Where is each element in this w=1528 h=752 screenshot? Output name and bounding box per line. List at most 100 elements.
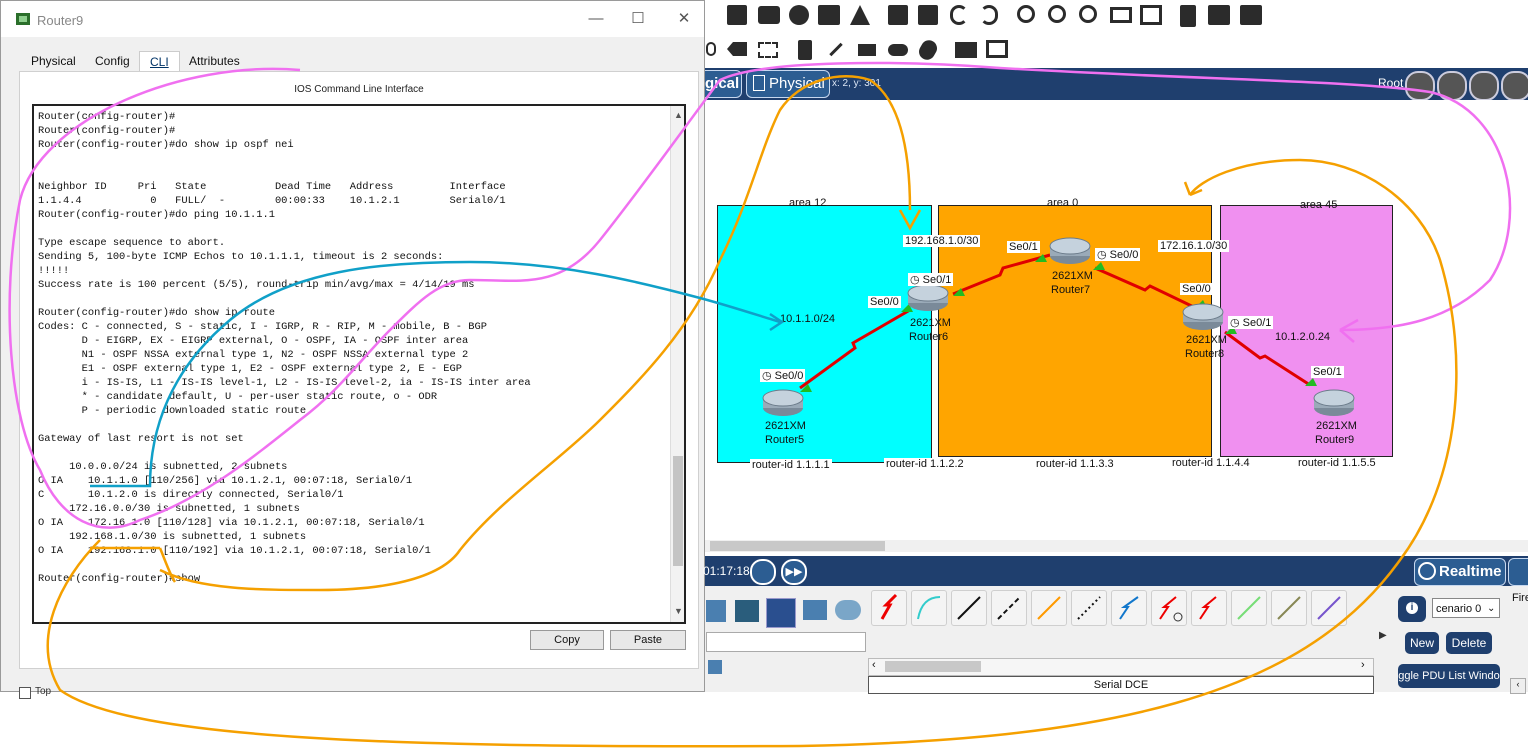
port-r7-se00[interactable] xyxy=(1093,262,1105,270)
viewport-icon[interactable] xyxy=(1501,71,1528,101)
tab-attributes[interactable]: Attributes xyxy=(179,51,250,71)
octal-cable-icon[interactable] xyxy=(1231,590,1267,626)
copy-icon[interactable] xyxy=(888,5,908,25)
end-devices-category-icon[interactable] xyxy=(735,600,759,622)
maximize-button[interactable]: ☐ xyxy=(623,9,653,29)
network-label-172-16-1-0: 172.16.1.0/30 xyxy=(1158,240,1230,252)
paste-button[interactable]: Paste xyxy=(610,630,686,650)
redo-icon[interactable] xyxy=(980,5,998,25)
scroll-up-icon[interactable]: ▲ xyxy=(674,110,683,120)
router5-model: 2621XM xyxy=(765,420,806,432)
r5-se00-text: Se0/0 xyxy=(774,370,804,382)
realtime-tab[interactable]: Realtime xyxy=(1414,558,1506,586)
grid-icon[interactable] xyxy=(708,660,722,674)
usb-cable-icon[interactable] xyxy=(1311,590,1347,626)
wan-emulation-category-icon[interactable] xyxy=(835,600,861,620)
save-icon[interactable] xyxy=(727,5,747,25)
coaxial-icon[interactable] xyxy=(1111,590,1147,626)
fast-forward-icon[interactable]: ▶▶ xyxy=(781,559,807,585)
router-icon[interactable] xyxy=(1313,388,1355,418)
zoom-in-icon[interactable] xyxy=(1017,5,1035,23)
search-icon[interactable] xyxy=(706,42,716,56)
delete-scenario-button[interactable]: Delete xyxy=(1446,632,1492,654)
power-cycle-icon[interactable] xyxy=(750,559,776,585)
new-cluster-icon[interactable] xyxy=(1437,71,1467,101)
router8-name: Router8 xyxy=(1185,348,1225,360)
r9-se01-label: Se0/1 xyxy=(1311,366,1344,378)
simulation-tab[interactable] xyxy=(1508,558,1528,586)
automatic-connection-icon[interactable] xyxy=(871,590,907,626)
notes-icon[interactable] xyxy=(1180,5,1196,27)
scroll-down-icon[interactable]: ▼ xyxy=(674,606,683,616)
router-icon[interactable] xyxy=(762,388,804,418)
cli-header: IOS Command Line Interface xyxy=(294,84,424,95)
info-icon[interactable] xyxy=(789,5,809,25)
tab-config[interactable]: Config xyxy=(85,51,140,71)
minimize-button[interactable]: — xyxy=(581,9,611,29)
custom-devices-icon[interactable] xyxy=(1140,5,1162,25)
move-object-icon[interactable] xyxy=(1469,71,1499,101)
copy-button[interactable]: Copy xyxy=(530,630,604,650)
network-wizard-icon[interactable] xyxy=(818,5,840,25)
zoom-out-icon[interactable] xyxy=(1079,5,1097,23)
scenario-select[interactable]: cenario 0 ⌄ xyxy=(1432,598,1500,618)
category-subtype-box[interactable] xyxy=(706,632,866,652)
components-category-icon[interactable] xyxy=(803,600,827,620)
tab-physical[interactable]: Physical xyxy=(21,51,86,71)
iot-custom-cable-icon[interactable] xyxy=(1271,590,1307,626)
select-region-icon[interactable] xyxy=(758,42,778,58)
scroll-right-icon[interactable]: › xyxy=(1361,659,1365,671)
console-cable-icon[interactable] xyxy=(911,590,947,626)
copper-cross-over-icon[interactable] xyxy=(991,590,1027,626)
image-icon[interactable] xyxy=(1240,5,1262,25)
undo-icon[interactable] xyxy=(950,5,968,25)
top-checkbox-label: Top xyxy=(35,686,52,697)
chevron-down-icon: ⌄ xyxy=(1487,603,1496,614)
scroll-left-icon[interactable]: ‹ xyxy=(872,659,876,671)
device-list-scrollbar[interactable]: ‹ › xyxy=(868,658,1374,676)
router-icon[interactable] xyxy=(907,283,949,313)
title-bar[interactable]: Router9 — ☐ ✕ xyxy=(1,1,704,37)
serial-dte-icon[interactable] xyxy=(1191,590,1227,626)
place-note-icon[interactable] xyxy=(798,40,812,60)
back-icon[interactable] xyxy=(1405,71,1435,101)
drawing-palette-icon[interactable] xyxy=(1110,7,1132,23)
close-button[interactable]: ✕ xyxy=(669,9,699,29)
zoom-reset-icon[interactable] xyxy=(1048,5,1066,23)
device-template-icon[interactable] xyxy=(1208,5,1230,25)
network-devices-category-icon[interactable] xyxy=(706,600,726,622)
network-label-10-1-1-0: 10.1.1.0/24 xyxy=(780,313,836,325)
router9-name: Router9 xyxy=(1315,434,1355,446)
phone-cable-icon[interactable] xyxy=(1071,590,1107,626)
terminal-scroll-thumb[interactable] xyxy=(673,456,683,566)
draw-ellipse-icon[interactable] xyxy=(888,44,908,56)
panel-expand-icon[interactable]: ▶ xyxy=(1379,630,1387,641)
realtime-clock-icon xyxy=(1418,562,1436,580)
logical-tab[interactable]: gical xyxy=(705,70,742,98)
copper-straight-through-icon[interactable] xyxy=(951,590,987,626)
toggle-pdu-list-button[interactable]: ggle PDU List Windo xyxy=(1398,664,1500,688)
add-complex-pdu-icon[interactable] xyxy=(986,40,1008,58)
add-simple-pdu-icon[interactable] xyxy=(955,42,977,58)
canvas-scroll-thumb[interactable] xyxy=(710,541,885,551)
router-icon[interactable] xyxy=(1182,302,1224,332)
terminal-console[interactable]: Router(config-router)# Router(config-rou… xyxy=(32,104,686,624)
terminal-scrollbar[interactable]: ▲ ▼ xyxy=(670,106,684,622)
link-r6-r7[interactable] xyxy=(952,253,1051,296)
terminal-output[interactable]: Router(config-router)# Router(config-rou… xyxy=(38,110,531,586)
window-title: Router9 xyxy=(37,13,84,28)
print-icon[interactable] xyxy=(758,6,780,24)
router-icon[interactable] xyxy=(1049,236,1091,266)
draw-rectangle-icon[interactable] xyxy=(858,44,876,56)
physical-tab[interactable]: Physical xyxy=(746,70,830,98)
tab-cli[interactable]: CLI xyxy=(139,51,180,72)
info-button[interactable]: i xyxy=(1398,596,1426,622)
device-list-scroll-thumb[interactable] xyxy=(885,661,981,672)
scroll-left-small-icon[interactable]: ‹ xyxy=(1510,678,1526,694)
serial-dce-icon[interactable] xyxy=(1151,590,1187,626)
connections-category-icon[interactable] xyxy=(766,598,796,628)
new-scenario-button[interactable]: New xyxy=(1405,632,1439,654)
fiber-icon[interactable] xyxy=(1031,590,1067,626)
paste-icon[interactable] xyxy=(918,5,938,25)
top-checkbox[interactable] xyxy=(19,687,31,699)
